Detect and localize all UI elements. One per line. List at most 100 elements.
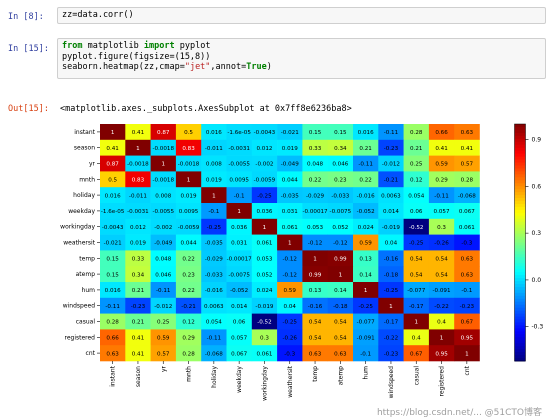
cell-annotation: -0.25 [207, 225, 222, 231]
cell-annotation: -0.23 [384, 351, 399, 357]
cell-annotation: -0.21 [384, 178, 399, 184]
x-tick-label: hum [363, 366, 370, 380]
cell-annotation: -0.0075 [330, 209, 352, 215]
cell-annotation: 0.016 [206, 130, 222, 136]
cell-annotation: 0.5 [184, 130, 193, 136]
cell-annotation: 0.28 [182, 351, 195, 357]
cell-annotation: 0.21 [410, 146, 423, 152]
colorbar-segment [514, 254, 526, 258]
cell-annotation: 0.15 [106, 272, 119, 278]
cell-annotation: -0.011 [205, 146, 223, 152]
cell-annotation: 0.21 [132, 320, 145, 326]
input-prompt-15: In [15]: [8, 44, 49, 54]
cell-annotation: 0.044 [181, 241, 197, 247]
cell-annotation: 0.008 [206, 162, 222, 168]
cell-annotation: 1 [237, 209, 241, 215]
cell-annotation: 0.99 [309, 272, 322, 278]
colorbar-segment [514, 195, 526, 199]
colorbar-segment [514, 218, 526, 223]
colorbar-segment [514, 124, 526, 128]
cell-annotation: 1 [414, 320, 418, 326]
cell-annotation: -1.6e-05 [227, 130, 251, 136]
code-line: pyplot.figure(figsize=(15,8)) [62, 52, 541, 63]
cell-annotation: 0.99 [334, 257, 347, 263]
cell-annotation: -0.25 [409, 241, 424, 247]
cell-annotation: 0.052 [332, 225, 348, 231]
code-cell-8[interactable]: zz=data.corr() [57, 7, 546, 24]
cell-annotation: 0.95 [461, 336, 474, 342]
cell-annotation: -0.17 [409, 304, 424, 310]
cell-annotation: 0.41 [435, 146, 448, 152]
cell-annotation: -0.16 [384, 257, 399, 263]
cell-annotation: 0.63 [461, 272, 474, 278]
cell-annotation: 0.66 [435, 130, 448, 136]
cell-annotation: -0.0059 [254, 178, 276, 184]
x-tick-labels: instant season yr mnth holiday weekday working… [110, 361, 471, 401]
cell-annotation: 0.22 [309, 178, 321, 184]
code-token: seaborn.heatmap(zz,cmap= [62, 62, 185, 72]
cell-annotation: -0.3 [461, 241, 472, 247]
colorbar-segment [514, 325, 526, 329]
cell-annotation: 0.87 [157, 130, 170, 136]
cell-annotation: 0.12 [410, 178, 422, 184]
colorbar-segment [514, 260, 526, 264]
cell-annotation: 0.54 [410, 272, 423, 278]
cell-annotation: 0.016 [105, 193, 121, 199]
code-block: from matplotlib import pyplot pyplot.figu… [58, 39, 545, 75]
cell-annotation: -0.002 [154, 225, 172, 231]
cell-annotation: -0.0043 [254, 130, 276, 136]
colorbar-segment [514, 266, 526, 270]
cell-annotation: -0.011 [129, 193, 147, 199]
cell-annotation: -0.18 [333, 304, 348, 310]
colorbar-segment [514, 159, 526, 164]
cell-annotation: -0.016 [205, 288, 223, 294]
colorbar-segment [514, 316, 526, 321]
cell-annotation: 0.14 [334, 288, 347, 294]
colorbar-segment [514, 221, 526, 226]
y-tick-label: windspeed [63, 303, 96, 310]
colorbar-segment [514, 343, 526, 347]
cell-annotation: -0.068 [205, 351, 223, 357]
cell-annotation: 0.019 [206, 178, 222, 184]
code-token: import [143, 41, 175, 51]
cell-annotation: 0.061 [459, 225, 475, 231]
cell-annotation: 0.053 [307, 225, 323, 231]
colorbar-segment [514, 275, 526, 279]
cell-annotation: 0.66 [106, 336, 119, 342]
code-cell-15[interactable]: from matplotlib import pyplot pyplot.figu… [57, 38, 546, 79]
cell-annotation: -0.11 [105, 304, 120, 310]
colorbar-segment [514, 156, 526, 161]
cell-annotation: -0.1 [234, 193, 245, 199]
cell-annotation: -0.23 [384, 146, 399, 152]
colorbar-segment [514, 129, 526, 134]
cell-annotation: -0.029 [205, 257, 223, 263]
y-tick-label: hum [82, 287, 96, 294]
cell-annotation: 0.019 [282, 146, 298, 152]
cell-annotation: 0.63 [461, 130, 474, 136]
colorbar-segment [514, 233, 526, 238]
cell-annotation: 1 [161, 162, 165, 168]
cell-annotation: 1 [465, 351, 469, 357]
code-token: matplotlib [82, 41, 144, 51]
cell-annotation: -0.019 [382, 225, 400, 231]
cell-annotation: 0.63 [106, 351, 119, 357]
x-tick-label: holiday [211, 366, 218, 388]
code-token: ,annot= [210, 62, 247, 72]
cell-annotation: 0.0063 [204, 304, 224, 310]
colorbar-segment [514, 162, 526, 166]
cell-annotation: 0.15 [334, 130, 347, 136]
colorbar-segment [514, 340, 526, 344]
colorbar-segment [514, 319, 526, 323]
colorbar-segment [514, 212, 526, 217]
cell-annotation: 0.061 [256, 351, 272, 357]
code-line: seaborn.heatmap(zz,cmap="jet",annot=True… [62, 62, 541, 73]
colorbar-segment [514, 298, 526, 303]
cell-annotation: -0.0018 [152, 146, 174, 152]
cell-annotation: -0.18 [384, 272, 399, 278]
cell-annotation: -0.029 [306, 193, 324, 199]
cell-annotation: -0.25 [384, 288, 399, 294]
colorbar-segment [514, 352, 526, 356]
code-token: True [246, 62, 267, 72]
x-tick-label: temp [312, 366, 319, 382]
cell-annotation: -0.049 [154, 241, 172, 247]
